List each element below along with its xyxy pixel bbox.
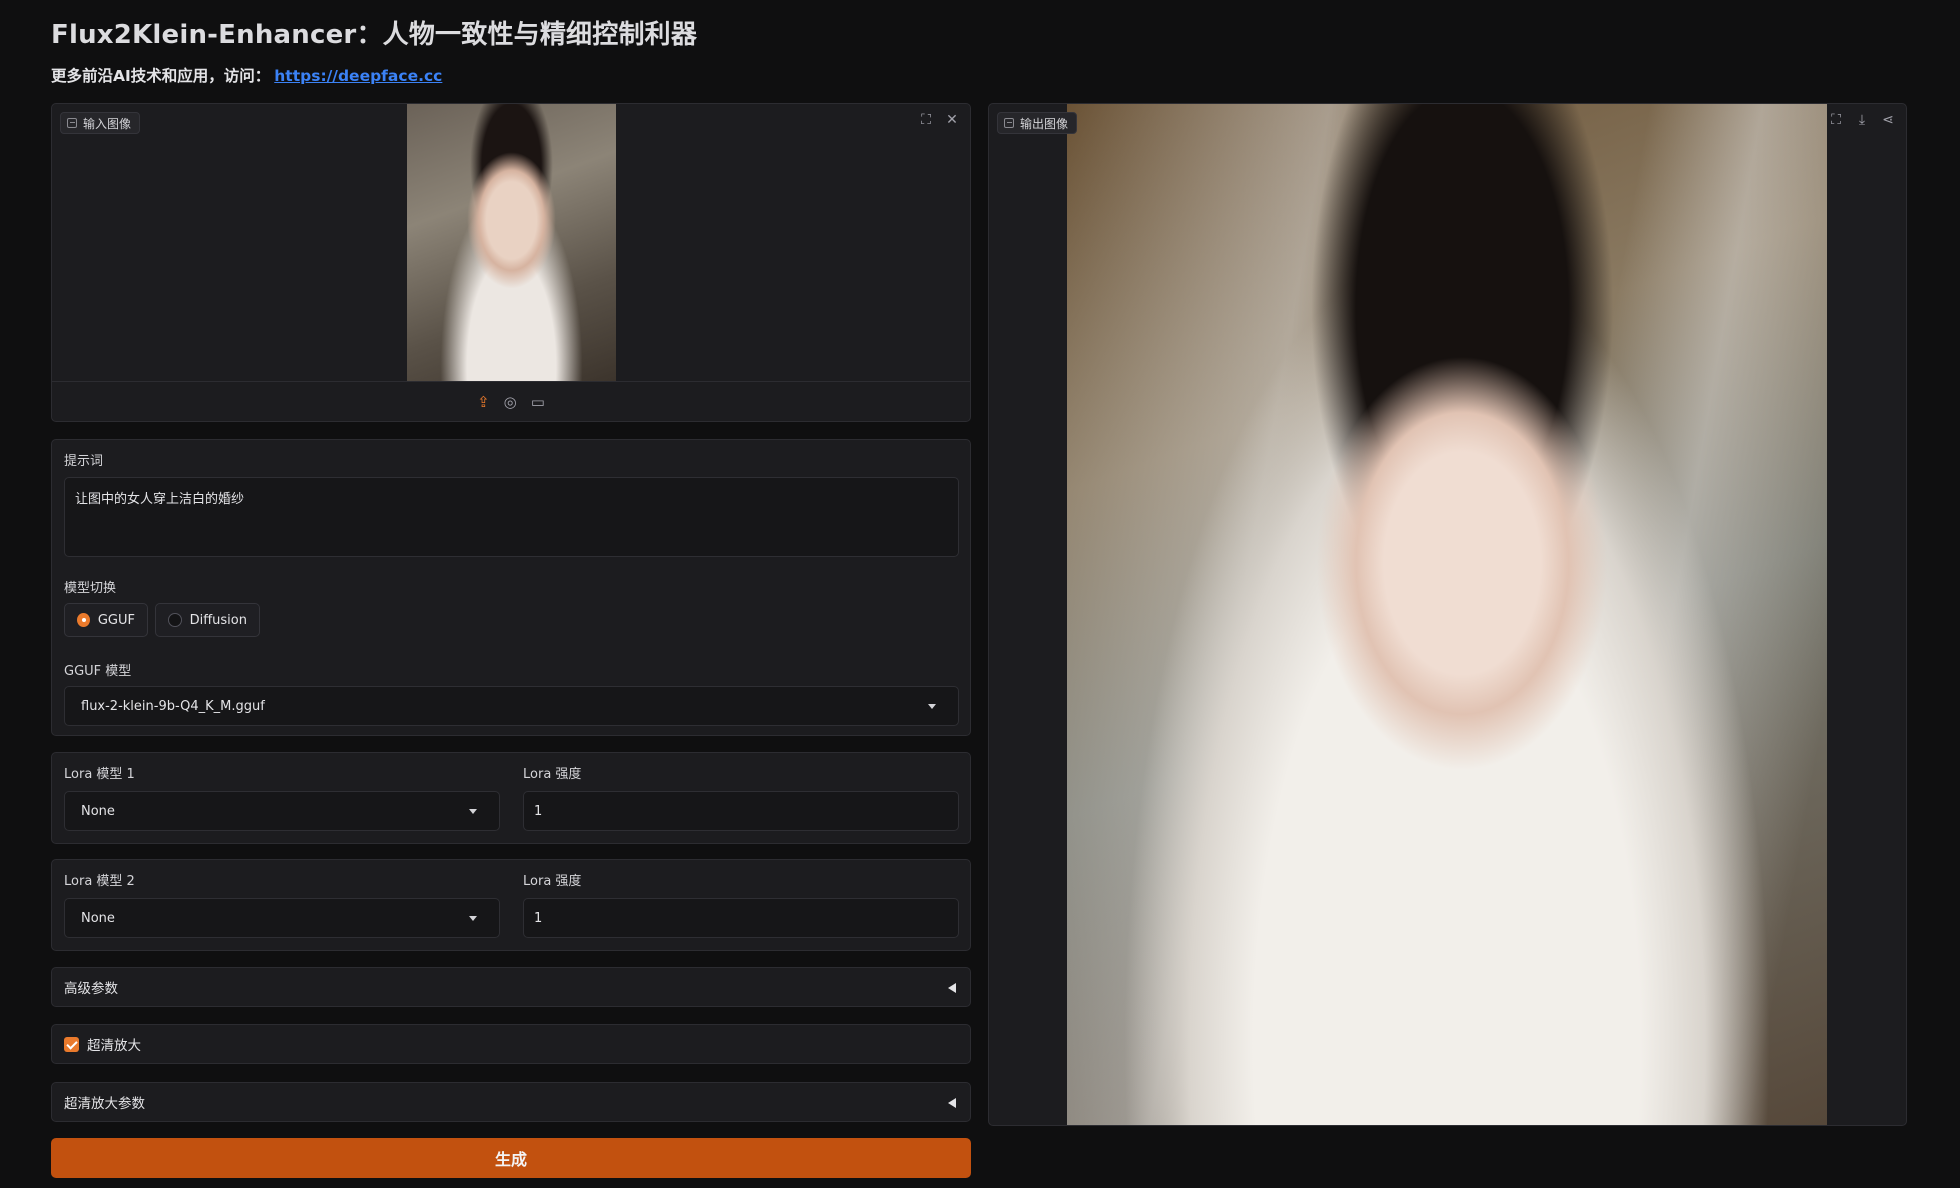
- download-icon[interactable]: ⤓: [1852, 110, 1872, 130]
- upscale-checkbox-row[interactable]: 超清放大: [51, 1024, 971, 1064]
- prompt-textarea[interactable]: 让图中的女人穿上洁白的婚纱: [64, 477, 959, 557]
- image-source-toolbar: ⇪ ◎ ▭: [52, 381, 970, 421]
- gguf-model-label: GGUF 模型: [64, 664, 132, 679]
- output-image-panel: 输出图像 ⛶ ⤓ ⋖: [988, 103, 1907, 1126]
- close-icon[interactable]: ✕: [942, 110, 962, 130]
- upscale-label: 超清放大: [87, 1038, 141, 1054]
- upscale-checkbox[interactable]: [64, 1036, 79, 1052]
- fullscreen-icon[interactable]: ⛶: [916, 110, 936, 130]
- advanced-params-accordion[interactable]: 高级参数: [51, 967, 971, 1007]
- lora1-model-label: Lora 模型 1: [64, 767, 135, 782]
- image-icon: [67, 118, 77, 128]
- gguf-model-select[interactable]: flux-2-klein-9b-Q4_K_M.gguf: [64, 686, 959, 726]
- chevron-down-icon: [469, 809, 477, 814]
- page-subtitle: 更多前沿AI技术和应用，访问： https://deepface.cc: [51, 64, 442, 86]
- input-image-panel[interactable]: 输入图像 ⛶ ✕ ⇪ ◎ ▭: [51, 103, 971, 422]
- gguf-model-value: flux-2-klein-9b-Q4_K_M.gguf: [81, 698, 265, 714]
- lora1-panel: Lora 模型 1 None Lora 强度 1: [51, 752, 971, 844]
- lora2-model-value: None: [81, 910, 115, 926]
- collapse-triangle-icon: [948, 983, 956, 993]
- radio-diffusion-label: Diffusion: [189, 612, 247, 628]
- upscale-params-accordion[interactable]: 超清放大参数: [51, 1082, 971, 1122]
- output-image-photo: [1067, 104, 1827, 1125]
- lora1-strength-input[interactable]: 1: [523, 791, 959, 831]
- chevron-down-icon: [469, 916, 477, 921]
- webcam-icon[interactable]: ◎: [504, 393, 517, 411]
- prompt-label: 提示词: [64, 454, 104, 469]
- share-icon[interactable]: ⋖: [1878, 110, 1898, 130]
- image-icon: [1004, 118, 1014, 128]
- radio-selected-indicator: [77, 613, 90, 627]
- input-image-photo: [407, 104, 616, 381]
- radio-diffusion[interactable]: Diffusion: [155, 603, 260, 637]
- prompt-settings-panel: 提示词 让图中的女人穿上洁白的婚纱 模型切换 GGUF Diffusion GG…: [51, 439, 971, 736]
- chevron-down-icon: [928, 704, 936, 709]
- radio-gguf-label: GGUF: [97, 612, 135, 628]
- lora1-model-value: None: [81, 803, 115, 819]
- output-image-actions: ⛶ ⤓ ⋖: [1826, 110, 1898, 130]
- subtitle-text: 更多前沿AI技术和应用，访问：: [51, 67, 271, 85]
- upload-icon[interactable]: ⇪: [477, 393, 490, 411]
- lora2-strength-input[interactable]: 1: [523, 898, 959, 938]
- upscale-params-label: 超清放大参数: [64, 1096, 145, 1112]
- lora2-panel: Lora 模型 2 None Lora 强度 1: [51, 859, 971, 951]
- lora2-model-label: Lora 模型 2: [64, 874, 135, 889]
- collapse-triangle-icon: [948, 1098, 956, 1108]
- generate-button[interactable]: 生成: [51, 1138, 971, 1178]
- clipboard-icon[interactable]: ▭: [531, 393, 545, 411]
- output-image-label: 输出图像: [997, 112, 1078, 134]
- model-switch-label: 模型切换: [64, 581, 117, 596]
- deepface-link[interactable]: https://deepface.cc: [274, 67, 442, 85]
- radio-unselected-indicator: [168, 613, 182, 627]
- input-image-label: 输入图像: [60, 112, 141, 134]
- radio-gguf[interactable]: GGUF: [64, 603, 148, 637]
- lora2-strength-label: Lora 强度: [523, 874, 582, 889]
- input-image-actions: ⛶ ✕: [916, 110, 962, 130]
- lora2-model-select[interactable]: None: [64, 898, 500, 938]
- output-image-label-text: 输出图像: [1020, 116, 1069, 131]
- lora1-model-select[interactable]: None: [64, 791, 500, 831]
- fullscreen-icon[interactable]: ⛶: [1826, 110, 1846, 130]
- input-image-label-text: 输入图像: [83, 116, 132, 131]
- lora1-strength-label: Lora 强度: [523, 767, 582, 782]
- advanced-params-label: 高级参数: [64, 981, 118, 997]
- page-title: Flux2Klein-Enhancer：人物一致性与精细控制利器: [51, 20, 698, 50]
